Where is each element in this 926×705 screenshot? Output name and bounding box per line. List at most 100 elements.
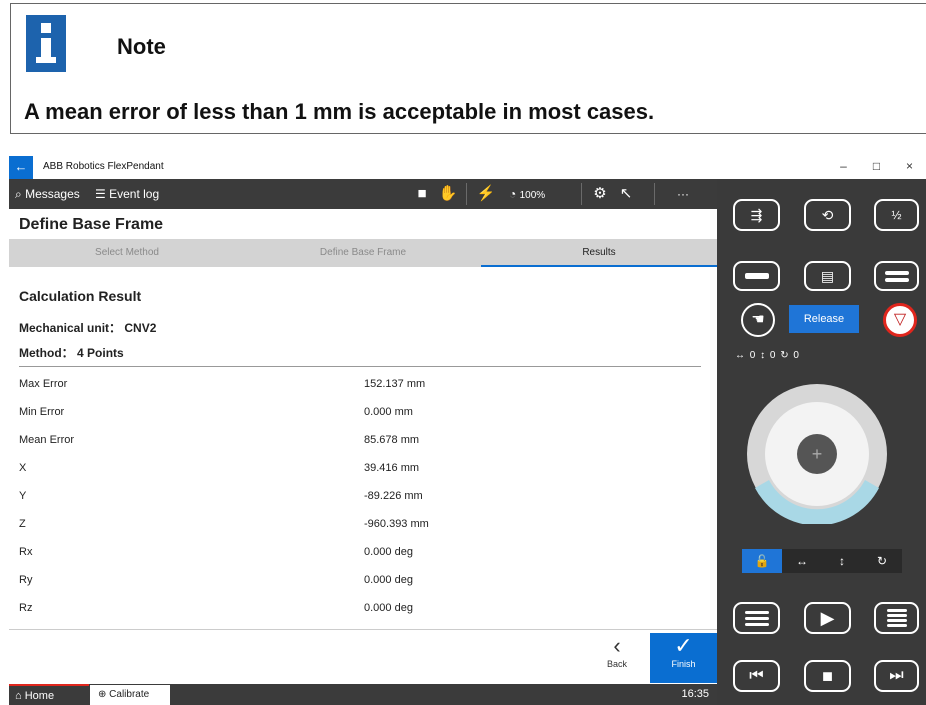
row-label: Y xyxy=(19,490,27,502)
coordinate-system-button[interactable]: ⟲ xyxy=(804,199,851,231)
horizontal-arrow-icon[interactable]: ↔ xyxy=(782,549,822,573)
messages-icon: ⌕ xyxy=(15,187,22,201)
row-label: Z xyxy=(19,518,26,530)
note-title: Note xyxy=(117,34,166,59)
method-label: Method： xyxy=(19,346,74,360)
finish-button[interactable]: ✓ Finish xyxy=(650,633,717,683)
minus-button[interactable] xyxy=(733,261,780,291)
close-button[interactable]: × xyxy=(893,156,926,179)
speed-button[interactable]: ◔ 100% xyxy=(509,179,545,209)
note-box: Note A mean error of less than 1 mm is a… xyxy=(10,3,926,134)
jog-mode-selector: 🔓 ↔ ↕ ↻ xyxy=(742,549,902,573)
enable-hand-icon[interactable]: ☚ xyxy=(741,303,775,337)
footer-divider xyxy=(9,629,717,630)
speedometer-icon: ◔ xyxy=(509,187,517,201)
skip-forward-icon: ⏭ xyxy=(889,667,904,684)
power-bolt-icon[interactable]: ⚡ xyxy=(475,179,497,209)
joystick-center[interactable]: + xyxy=(797,434,837,474)
program-menu-button[interactable] xyxy=(733,602,780,634)
row-value: 39.416 mm xyxy=(364,462,420,474)
row-label: Ry xyxy=(19,574,33,586)
robot-icon[interactable]: ⚙ xyxy=(589,179,611,209)
hand-icon[interactable]: ✋ xyxy=(437,179,459,209)
table-row: Rx 0.000 deg xyxy=(9,539,717,567)
main-panel: ⌕ Messages ☰ Event log ■ ✋ ⚡ ◔ 100% ⚙ ↖ … xyxy=(9,179,717,705)
calibrate-label: Calibrate xyxy=(109,689,150,700)
tool-icon: ⇶ xyxy=(750,206,763,223)
home-tab[interactable]: ⌂ Home xyxy=(9,684,89,705)
page-title: Define Base Frame xyxy=(19,216,164,233)
release-button[interactable]: Release xyxy=(789,305,859,333)
event-log-button[interactable]: ☰ Event log xyxy=(95,179,159,209)
section-heading: Calculation Result xyxy=(19,288,142,304)
table-row: Min Error 0.000 mm xyxy=(9,399,717,427)
speed-value: 100% xyxy=(519,190,546,201)
chevron-left-icon: ‹ xyxy=(613,633,621,658)
stop-square-icon[interactable]: ■ xyxy=(413,179,431,209)
flexpendant-window: ← ABB Robotics FlexPendant – □ × ⌕ Messa… xyxy=(9,156,926,705)
back-label: Back xyxy=(606,659,627,669)
note-icon: ▤ xyxy=(820,267,835,284)
row-label: Rx xyxy=(19,546,33,558)
divider xyxy=(19,366,701,367)
play-button[interactable]: ▶ xyxy=(804,602,851,634)
checkmark-icon: ✓ xyxy=(674,633,693,658)
home-label: Home xyxy=(24,690,55,702)
vertical-arrow-icon[interactable]: ↕ xyxy=(822,549,862,573)
row-value: -960.393 mm xyxy=(364,518,429,530)
row-label: Min Error xyxy=(19,406,65,418)
mech-unit-value: CNV2 xyxy=(124,321,157,335)
table-row: Rz 0.000 deg xyxy=(9,595,717,623)
tab-results[interactable]: Results xyxy=(481,239,717,267)
method: Method： 4 Points xyxy=(19,344,124,361)
row-label: Max Error xyxy=(19,378,68,390)
table-row: Y -89.226 mm xyxy=(9,483,717,511)
skip-back-icon: ⏮ xyxy=(749,667,764,684)
row-value: -89.226 mm xyxy=(364,490,423,502)
top-toolbar: ⌕ Messages ☰ Event log ■ ✋ ⚡ ◔ 100% ⚙ ↖ … xyxy=(9,179,717,209)
table-row: Z -960.393 mm xyxy=(9,511,717,539)
note-button[interactable]: ▤ xyxy=(804,261,851,291)
row-value: 0.000 deg xyxy=(364,574,413,586)
stop-button[interactable]: ■ xyxy=(804,660,851,692)
increment-button[interactable]: ½ xyxy=(874,199,919,231)
step-tabs: Select Method Define Base Frame Results xyxy=(9,239,717,267)
equal-button[interactable] xyxy=(874,261,919,291)
play-icon: ▶ xyxy=(820,607,835,628)
back-arrow-icon[interactable]: ← xyxy=(9,156,33,179)
more-button[interactable]: ··· xyxy=(677,179,689,209)
row-value: 0.000 deg xyxy=(364,602,413,614)
messages-button[interactable]: ⌕ Messages xyxy=(15,179,80,209)
maximize-button[interactable]: □ xyxy=(860,156,893,179)
rotate-icon[interactable]: ↻ xyxy=(862,549,902,573)
joystick[interactable]: + xyxy=(747,384,887,524)
lock-icon[interactable]: 🔓 xyxy=(742,549,782,573)
note-text: A mean error of less than 1 mm is accept… xyxy=(24,99,655,124)
coordinate-icon[interactable]: ↖ xyxy=(615,179,637,209)
emergency-stop-icon[interactable]: ▽ xyxy=(883,303,917,337)
step-backward-button[interactable]: ⏮ xyxy=(733,660,780,692)
table-row: Mean Error 85.678 mm xyxy=(9,427,717,455)
list-button[interactable] xyxy=(874,602,919,634)
mechanical-unit: Mechanical unit： CNV2 xyxy=(19,319,156,336)
tab-define-base-frame[interactable]: Define Base Frame xyxy=(245,239,481,267)
minimize-button[interactable]: – xyxy=(827,156,860,179)
tab-select-method[interactable]: Select Method xyxy=(9,239,245,267)
mech-unit-label: Mechanical unit： xyxy=(19,321,122,335)
stop-icon: ■ xyxy=(822,665,833,686)
frame-icon: ⟲ xyxy=(821,206,834,223)
row-value: 0.000 deg xyxy=(364,546,413,558)
back-button[interactable]: ‹ Back xyxy=(587,633,647,683)
calibrate-tab[interactable]: ⊕ Calibrate xyxy=(90,685,170,705)
row-label: Mean Error xyxy=(19,434,75,446)
table-row: Ry 0.000 deg xyxy=(9,567,717,595)
control-pad: ⇶ ⟲ ½ ▤ ☚ Release ▽ ↔ 0 ↕ 0 ↻ 0 + 🔓 ↔ ↕ … xyxy=(717,179,926,705)
tool-select-button[interactable]: ⇶ xyxy=(733,199,780,231)
event-log-label: Event log xyxy=(109,187,160,201)
step-forward-button[interactable]: ⏭ xyxy=(874,660,919,692)
status-bar: ⌂ Home ⊕ Calibrate 16:35 xyxy=(9,684,717,705)
table-row: Max Error 152.137 mm xyxy=(9,371,717,399)
row-value: 85.678 mm xyxy=(364,434,420,446)
increment-icon: ½ xyxy=(891,208,902,222)
info-icon xyxy=(26,15,66,72)
